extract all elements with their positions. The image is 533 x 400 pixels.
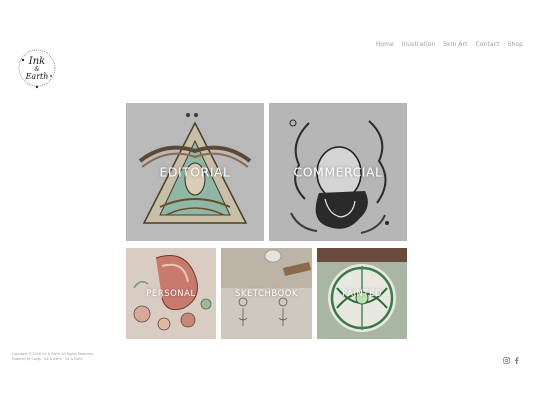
tile-label-sketchbook: SKETCHBOOK — [235, 288, 298, 299]
nav-illustration[interactable]: Illustration — [402, 42, 435, 48]
site-logo[interactable]: Ink & Earth — [14, 44, 60, 92]
footer: Copyright © 2018 Ink & Earth. All Rights… — [12, 352, 94, 362]
gallery-tile-sketchbook[interactable]: SKETCHBOOK — [221, 248, 312, 339]
main-navigation: Home Illustration Skin Art Contact Shop — [368, 42, 523, 48]
nav-home[interactable]: Home — [376, 42, 394, 48]
facebook-icon[interactable] — [514, 351, 519, 369]
gallery-tile-personal[interactable]: PERSONAL — [126, 248, 216, 339]
nav-skin-art[interactable]: Skin Art — [443, 42, 467, 48]
tile-label-editorial: EDITORIAL — [159, 164, 231, 180]
nav-shop[interactable]: Shop — [508, 42, 523, 48]
tile-label-personal: PERSONAL — [146, 288, 196, 299]
gallery-tile-editorial[interactable]: EDITORIAL — [126, 103, 264, 241]
tile-label-commercial: COMMERCIAL — [293, 164, 383, 180]
instagram-icon[interactable] — [503, 351, 510, 369]
footer-powered-by: Powered by Cargo · Ink & Earth · Ink & E… — [12, 357, 83, 361]
gallery-tile-painted[interactable]: PAINTED — [317, 248, 407, 339]
social-links — [503, 351, 519, 369]
logo-text-earth: Earth — [25, 72, 49, 81]
gallery-tile-commercial[interactable]: COMMERCIAL — [269, 103, 407, 241]
tile-label-painted: PAINTED — [342, 288, 382, 299]
nav-contact[interactable]: Contact — [476, 42, 500, 48]
